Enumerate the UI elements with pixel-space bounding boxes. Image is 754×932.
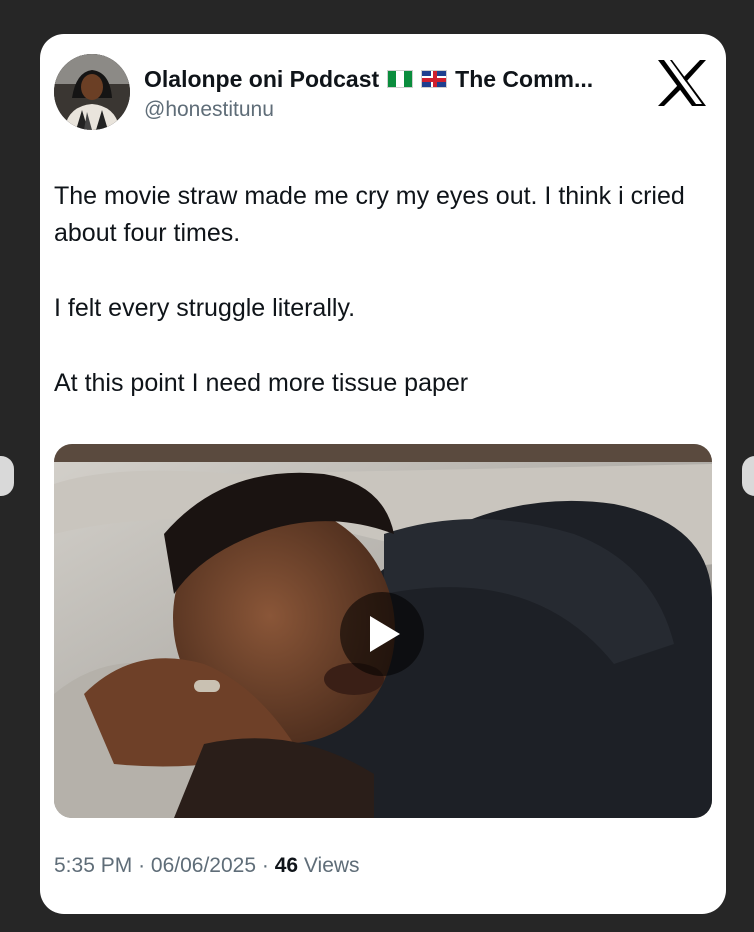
previous-arrow-button[interactable]: [0, 456, 14, 496]
author-display-name[interactable]: Olalonpe oni Podcast: [144, 66, 379, 93]
tweet-paragraph: At this point I need more tissue paper: [54, 369, 469, 397]
views-count: 46: [274, 854, 299, 877]
tweet-time[interactable]: 5:35 PM: [54, 854, 132, 877]
x-logo-icon[interactable]: [656, 58, 708, 108]
avatar[interactable]: [54, 54, 130, 130]
next-arrow-button[interactable]: [742, 456, 754, 496]
play-icon: [370, 616, 400, 652]
tweet-paragraph: I felt every struggle literally.: [54, 294, 356, 322]
separator: ·: [261, 854, 269, 877]
tweet-body: The movie straw made me cry my eyes out.…: [54, 178, 710, 402]
tweet-metadata: 5:35 PM · 06/06/2025 · 46 Views: [54, 854, 360, 878]
author-name-suffix: The Comm...: [455, 65, 594, 92]
tweet-paragraph: The movie straw made me cry my eyes out.…: [54, 182, 685, 247]
video-thumbnail[interactable]: [54, 444, 712, 818]
author-handle[interactable]: @honestitunu: [144, 98, 274, 122]
author-name-row[interactable]: Olalonpe oni Podcast The Comm...: [144, 64, 593, 94]
views-label: Views: [303, 854, 360, 877]
separator: ·: [138, 854, 146, 877]
tweet-card: Olalonpe oni Podcast The Comm... @honest…: [40, 34, 726, 914]
uk-flag-icon: [421, 70, 448, 88]
play-button[interactable]: [340, 592, 424, 676]
nigeria-flag-icon: [387, 70, 414, 88]
tweet-date[interactable]: 06/06/2025: [151, 854, 256, 877]
